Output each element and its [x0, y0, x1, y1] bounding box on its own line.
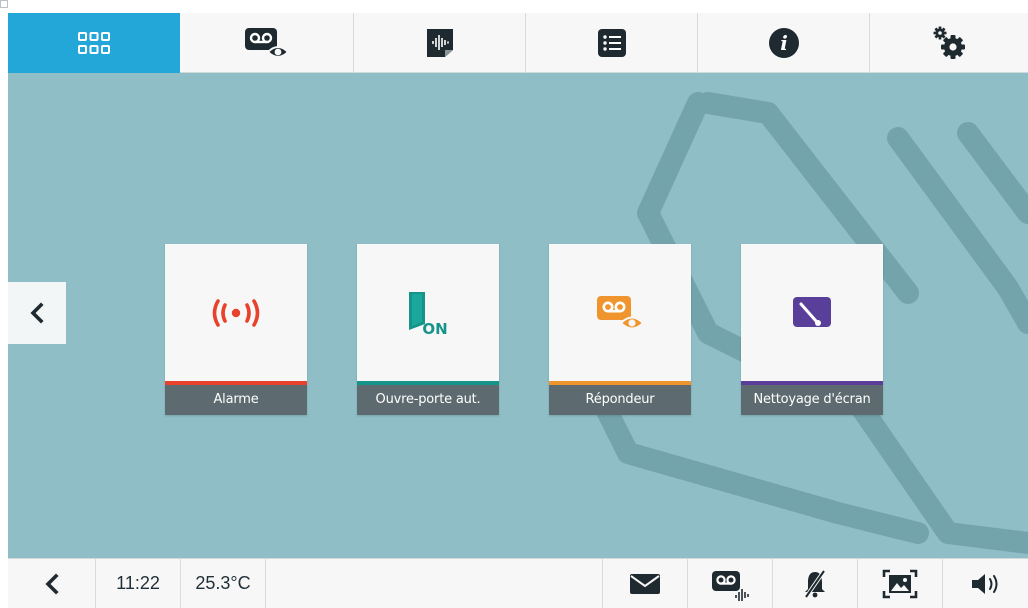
speaker-icon [971, 573, 997, 594]
tile-screen-cleaning-icon-area [741, 244, 883, 381]
tile-door-opener-icon-area: ON [357, 244, 499, 381]
door-on-icon: ON [409, 291, 448, 336]
messages-button[interactable] [603, 559, 688, 608]
tile-label: Alarme [165, 385, 307, 415]
gallery-button[interactable] [858, 559, 943, 608]
window-corner-marker [0, 0, 8, 8]
svg-text:i: i [780, 31, 788, 55]
tile-answering-machine[interactable]: Répondeur [549, 244, 691, 415]
svg-text:ON: ON [422, 320, 447, 336]
tile-alarm-icon-area [165, 244, 307, 381]
top-tab-bar: i [8, 13, 1028, 73]
chevron-left-icon [30, 302, 44, 324]
tab-list[interactable] [526, 13, 698, 73]
tab-answering-machine[interactable] [180, 13, 354, 73]
voicemail-eye-icon [244, 28, 289, 58]
audio-file-icon [426, 29, 453, 57]
voicemail-audio-icon [712, 570, 749, 601]
list-icon [597, 29, 626, 57]
envelope-icon [630, 573, 660, 594]
tab-settings[interactable] [870, 13, 1028, 73]
alarm-broadcast-icon [212, 298, 260, 327]
clock: 11:22 [96, 559, 181, 608]
mute-ringer-button[interactable] [773, 559, 858, 608]
tab-home[interactable] [8, 13, 180, 73]
bell-muted-icon [804, 569, 826, 598]
volume-button[interactable] [943, 559, 1028, 608]
chevron-left-icon [44, 572, 59, 595]
status-spacer [266, 559, 603, 608]
tile-answering-machine-icon-area [549, 244, 691, 381]
tab-audio-notes[interactable] [354, 13, 526, 73]
previous-page-button[interactable] [8, 282, 66, 344]
screen-clean-icon [793, 296, 831, 327]
voicemail-audio-button[interactable] [688, 559, 773, 608]
tab-info[interactable]: i [698, 13, 870, 73]
tile-alarm[interactable]: Alarme [165, 244, 307, 415]
bottom-status-bar: 11:22 25.3°C [8, 558, 1028, 608]
screen: i Alarme ON Ouvre-porte aut. Répondeur N… [8, 13, 1028, 608]
tile-screen-cleaning[interactable]: Nettoyage d'écran [741, 244, 883, 415]
grid-icon [78, 32, 110, 54]
gears-icon [933, 26, 965, 59]
image-frame-icon [882, 569, 918, 598]
voicemail-eye-icon [597, 295, 645, 329]
back-button[interactable] [8, 559, 96, 608]
tile-label: Répondeur [549, 385, 691, 415]
temperature-readout: 25.3°C [181, 559, 266, 608]
tile-door-opener[interactable]: ON Ouvre-porte aut. [357, 244, 499, 415]
info-icon: i [768, 28, 799, 58]
tile-label: Ouvre-porte aut. [357, 385, 499, 415]
tile-label: Nettoyage d'écran [741, 385, 883, 415]
